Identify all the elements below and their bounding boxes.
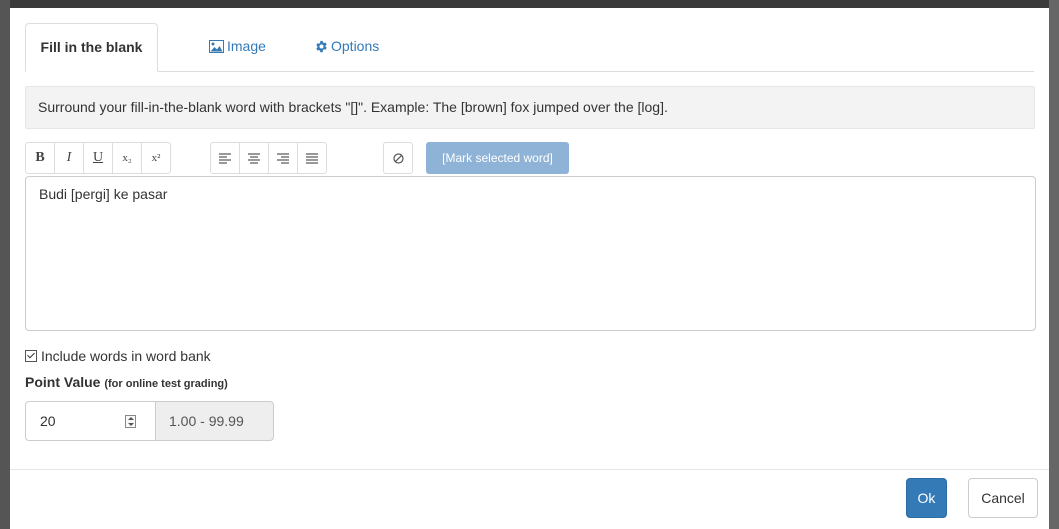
word-bank-checkbox[interactable]	[25, 350, 37, 362]
question-editor-modal: Fill in the blank Image Options Surround…	[10, 8, 1049, 529]
align-right-button[interactable]	[268, 142, 298, 174]
tab-bar: Fill in the blank Image Options	[25, 23, 1034, 72]
question-text-editor[interactable]: Budi [pergi] ke pasar	[25, 176, 1036, 331]
align-center-button[interactable]	[239, 142, 269, 174]
mark-selected-word-button[interactable]: [Mark selected word]	[426, 142, 569, 174]
image-icon	[209, 25, 224, 71]
background-page-strip	[0, 0, 1059, 8]
bold-button[interactable]: B	[25, 142, 55, 174]
align-left-icon	[219, 152, 231, 164]
clear-format-group	[383, 142, 413, 174]
align-justify-button[interactable]	[297, 142, 327, 174]
modal-footer-divider	[10, 469, 1049, 470]
text-style-group: B I U x₂ x²	[25, 142, 171, 174]
background-right-edge	[1049, 0, 1059, 529]
italic-button[interactable]: I	[54, 142, 84, 174]
ok-button[interactable]: Ok	[906, 478, 947, 518]
point-value-label: Point Value (for online test grading)	[25, 374, 228, 390]
word-bank-label: Include words in word bank	[41, 348, 211, 364]
cancel-button[interactable]: Cancel	[968, 478, 1038, 518]
subscript-button[interactable]: x₂	[112, 142, 142, 174]
tab-options[interactable]: Options	[300, 23, 394, 69]
tab-image[interactable]: Image	[194, 23, 281, 69]
point-value-input[interactable]: 20	[25, 401, 156, 441]
clear-format-icon	[392, 152, 404, 164]
tab-label: Options	[331, 38, 380, 54]
superscript-button[interactable]: x²	[141, 142, 171, 174]
underline-button[interactable]: U	[83, 142, 113, 174]
align-left-button[interactable]	[210, 142, 240, 174]
alignment-group	[210, 142, 327, 174]
tab-fill-in-the-blank[interactable]: Fill in the blank	[25, 23, 158, 72]
background-left-edge	[0, 0, 10, 529]
point-value-sublabel: (for online test grading)	[104, 378, 228, 390]
tab-label: Image	[227, 38, 266, 54]
word-bank-option[interactable]: Include words in word bank	[25, 346, 211, 366]
gear-icon	[315, 25, 328, 71]
point-value-range: 1.00 - 99.99	[156, 401, 274, 441]
point-value-group: 20 1.00 - 99.99	[25, 401, 274, 441]
tab-label: Fill in the blank	[40, 39, 143, 55]
instruction-note: Surround your fill-in-the-blank word wit…	[25, 86, 1035, 129]
point-value-title: Point Value	[25, 374, 101, 390]
point-value-text: 20	[40, 413, 56, 429]
number-spinner-icon[interactable]	[125, 415, 136, 428]
align-center-icon	[248, 152, 260, 164]
align-right-icon	[277, 152, 289, 164]
clear-format-button[interactable]	[383, 142, 413, 174]
align-justify-icon	[306, 152, 318, 164]
